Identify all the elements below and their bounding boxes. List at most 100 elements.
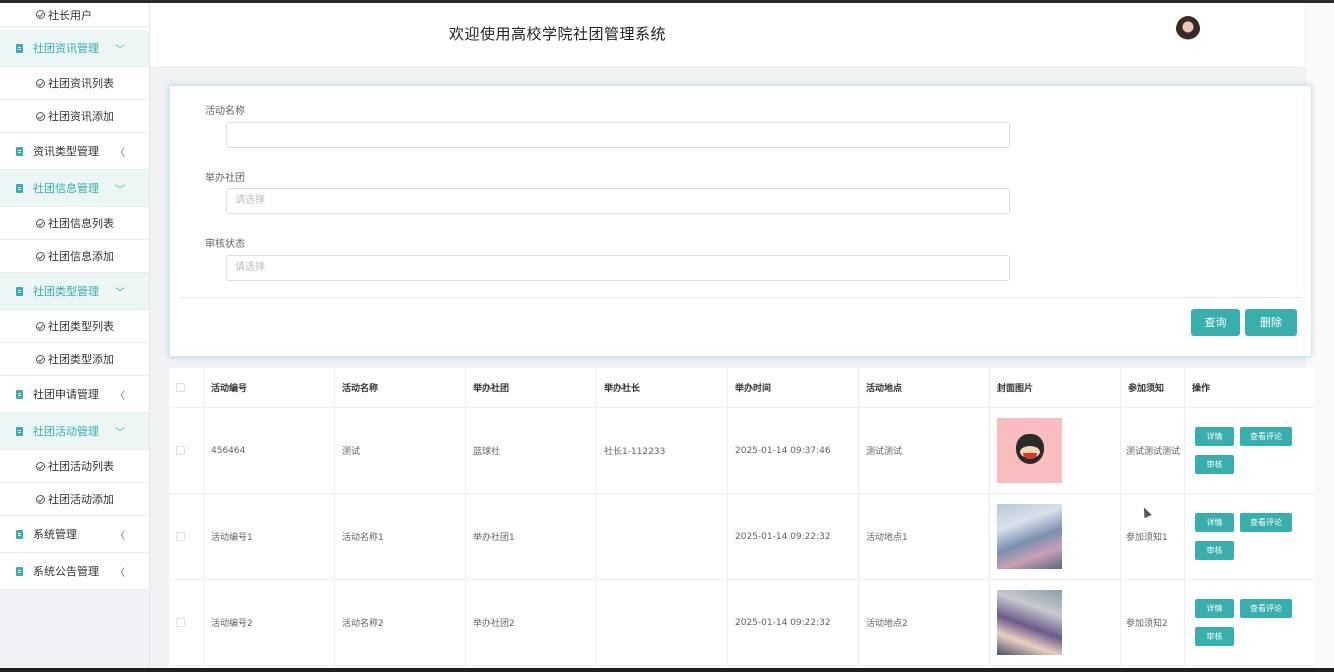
row-checkbox[interactable] bbox=[176, 446, 185, 455]
check-circle-icon bbox=[36, 494, 45, 504]
club-label: 举办社团 bbox=[205, 173, 245, 184]
sidebar-item-club-info-add[interactable]: 社团信息添加 bbox=[0, 240, 149, 273]
sidebar-item-club-type-management[interactable]: 社团类型管理 ﹀ bbox=[0, 273, 149, 310]
column-header[interactable]: 参加须知 bbox=[1121, 368, 1185, 407]
sidebar-item-club-activity-list[interactable]: 社团活动列表 bbox=[0, 450, 149, 483]
column-header: 操作 bbox=[1192, 384, 1211, 394]
campus-event-photo[interactable] bbox=[997, 504, 1062, 569]
sidebar-item-club-leader-users[interactable]: 社长用户 bbox=[0, 3, 149, 27]
sidebar-item-club-type-list[interactable]: 社团类型列表 bbox=[0, 310, 149, 343]
row-checkbox[interactable] bbox=[176, 532, 185, 541]
column-header[interactable]: 封面图片 bbox=[990, 368, 1121, 407]
column-header[interactable]: 举办时间 bbox=[728, 368, 859, 407]
leader-cell bbox=[597, 580, 728, 665]
document-icon bbox=[16, 183, 23, 193]
table-row: 活动编号2 活动名称2 举办社团2 2025-01-14 09:22:32 活动… bbox=[169, 580, 1315, 666]
sidebar-item-news-type-management[interactable]: 资讯类型管理〈 bbox=[0, 133, 149, 170]
row-select-cell bbox=[169, 408, 204, 493]
select-all-checkbox[interactable] bbox=[176, 383, 185, 392]
club-cell: 篮球社 bbox=[466, 408, 597, 493]
actions-cell: 详情 查看评论 审核 bbox=[1185, 494, 1315, 579]
location-cell: 活动地点1 bbox=[859, 494, 990, 579]
row-checkbox[interactable] bbox=[176, 618, 185, 627]
check-circle-icon bbox=[36, 111, 45, 121]
check-circle-icon bbox=[36, 251, 45, 261]
sidebar-item-club-news-management[interactable]: 社团资讯管理 ﹀ bbox=[0, 30, 149, 67]
monkey-cartoon-image[interactable] bbox=[997, 418, 1062, 483]
document-icon bbox=[16, 146, 23, 156]
column-header[interactable]: 举办社长 bbox=[597, 368, 728, 407]
column-header[interactable]: 举办社团 bbox=[466, 368, 597, 407]
table-header-row: 活动编号 活动名称 举办社团 举办社长 举办时间 活动地点 封面图片 参加须知 … bbox=[169, 368, 1315, 408]
row-select-cell bbox=[169, 580, 204, 665]
sidebar-menu: 社长用户 社团资讯管理 ﹀ 社团资讯列表 社团资讯添加 资讯类型管理〈 社团信息管… bbox=[0, 3, 150, 668]
sidebar-item-club-type-add[interactable]: 社团类型添加 bbox=[0, 343, 149, 376]
review-status-select[interactable]: 请选择 bbox=[226, 255, 1010, 281]
column-header[interactable]: 活动名称 bbox=[335, 368, 466, 407]
document-icon bbox=[16, 566, 23, 576]
review-button[interactable]: 审核 bbox=[1195, 541, 1234, 560]
club-select[interactable]: 请选择 bbox=[226, 188, 1010, 214]
view-comments-button[interactable]: 查看评论 bbox=[1240, 599, 1292, 618]
actions-cell: 详情 查看评论 审核 bbox=[1185, 580, 1315, 665]
table-row: 456464 测试 篮球社 社长1-112233 2025-01-14 09:3… bbox=[169, 408, 1315, 494]
view-comments-button[interactable]: 查看评论 bbox=[1240, 427, 1292, 446]
top-header: 欢迎使用高校学院社团管理系统 bbox=[150, 3, 1305, 66]
chevron-down-icon: ﹀ bbox=[115, 287, 125, 299]
chevron-down-icon: ﹀ bbox=[115, 184, 125, 196]
chevron-left-icon: 〈 bbox=[115, 147, 125, 159]
activity-name-input[interactable] bbox=[226, 122, 1010, 148]
sidebar-item-club-info-list[interactable]: 社团信息列表 bbox=[0, 207, 149, 240]
detail-button[interactable]: 详情 bbox=[1195, 599, 1234, 618]
sidebar-item-system-management[interactable]: 系统管理〈 bbox=[0, 516, 149, 553]
cover-image-cell bbox=[990, 408, 1121, 493]
review-button[interactable]: 审核 bbox=[1195, 627, 1234, 646]
activity-name-cell: 测试 bbox=[335, 408, 466, 493]
sidebar-empty-area bbox=[0, 590, 149, 668]
select-all-cell bbox=[169, 368, 204, 407]
search-form-panel: 活动名称 举办社团 请选择 审核状态 请选择 查询 删除 bbox=[169, 85, 1312, 357]
activity-name-cell: 活动名称1 bbox=[335, 494, 466, 579]
sidebar-item-club-application-management[interactable]: 社团申请管理〈 bbox=[0, 376, 149, 413]
detail-button[interactable]: 详情 bbox=[1195, 513, 1234, 532]
leader-cell bbox=[597, 494, 728, 579]
column-header[interactable]: 活动地点 bbox=[859, 368, 990, 407]
detail-button[interactable]: 详情 bbox=[1195, 427, 1234, 446]
sidebar-item-club-activity-add[interactable]: 社团活动添加 bbox=[0, 483, 149, 516]
user-avatar[interactable] bbox=[1176, 16, 1200, 42]
activity-id-cell: 活动编号1 bbox=[204, 494, 335, 579]
chevron-left-icon: 〈 bbox=[115, 530, 125, 542]
form-divider bbox=[180, 297, 1301, 298]
sidebar-item-club-news-add[interactable]: 社团资讯添加 bbox=[0, 100, 149, 133]
row-select-cell bbox=[169, 494, 204, 579]
chevron-down-icon: ﹀ bbox=[115, 427, 125, 439]
notice-cell: 测试测试测试 bbox=[1121, 408, 1185, 493]
cover-image-cell bbox=[990, 580, 1121, 665]
check-circle-icon bbox=[36, 321, 45, 331]
sidebar-item-system-notice-management[interactable]: 系统公告管理〈 bbox=[0, 553, 149, 590]
sidebar-item-club-activity-management[interactable]: 社团活动管理 ﹀ bbox=[0, 413, 149, 450]
column-header[interactable]: 活动编号 bbox=[204, 368, 335, 407]
window-bottom-edge bbox=[0, 668, 1334, 672]
check-circle-icon bbox=[36, 78, 45, 88]
chevron-left-icon: 〈 bbox=[115, 567, 125, 579]
actions-cell: 详情 查看评论 审核 bbox=[1185, 408, 1315, 493]
view-comments-button[interactable]: 查看评论 bbox=[1240, 513, 1292, 532]
activity-name-label: 活动名称 bbox=[205, 106, 245, 117]
check-circle-icon bbox=[36, 218, 45, 228]
check-circle-icon bbox=[36, 354, 45, 364]
activity-table: 活动编号 活动名称 举办社团 举办社长 举办时间 活动地点 封面图片 参加须知 … bbox=[169, 368, 1315, 668]
activity-id-cell: 456464 bbox=[204, 408, 335, 493]
cover-image-cell bbox=[990, 494, 1121, 579]
club-cell: 举办社团1 bbox=[466, 494, 597, 579]
sidebar-item-club-info-management[interactable]: 社团信息管理 ﹀ bbox=[0, 170, 149, 207]
sidebar-item-club-news-list[interactable]: 社团资讯列表 bbox=[0, 67, 149, 100]
query-button[interactable]: 查询 bbox=[1191, 309, 1240, 336]
delete-button[interactable]: 删除 bbox=[1245, 309, 1297, 336]
document-icon bbox=[16, 426, 23, 436]
time-cell: 2025-01-14 09:22:32 bbox=[728, 580, 859, 665]
notice-cell: 参加须知2 bbox=[1121, 580, 1185, 665]
location-cell: 测试测试 bbox=[859, 408, 990, 493]
classroom-photo[interactable] bbox=[997, 590, 1062, 655]
review-button[interactable]: 审核 bbox=[1195, 455, 1234, 474]
